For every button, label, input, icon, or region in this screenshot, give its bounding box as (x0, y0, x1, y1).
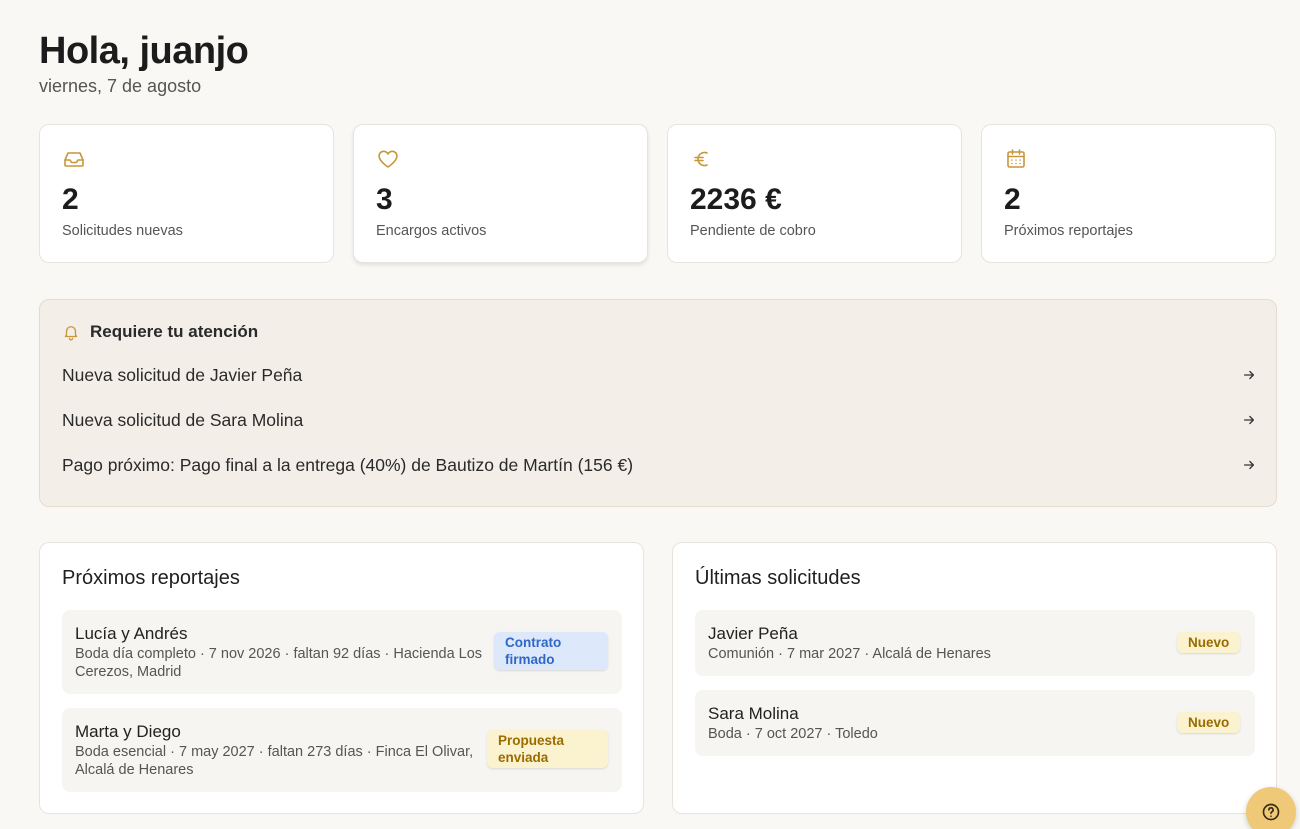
current-date: viernes, 7 de agosto (39, 76, 202, 96)
stat-card-active-jobs[interactable]: 3 Encargos activos (353, 124, 648, 263)
stat-card-upcoming-shoots[interactable]: 2 Próximos reportajes (981, 124, 1276, 263)
attention-item-text: Nueva solicitud de Sara Molina (62, 409, 304, 430)
latest-requests-panel: Últimas solicitudes Javier Peña Comunión… (672, 542, 1277, 814)
upcoming-shoots-panel: Próximos reportajes Lucía y Andrés Boda … (39, 542, 644, 814)
stats-row: 2 Solicitudes nuevas 3 Encargos activos … (39, 124, 1277, 263)
stat-value: 2236 € (690, 183, 782, 216)
stat-label: Encargos activos (376, 223, 487, 239)
item-meta: Boda esencial · 7 may 2027 · faltan 273 … (75, 743, 473, 779)
item-meta: Boda · 7 oct 2027 · Toledo (708, 726, 878, 742)
item-name: Sara Molina (708, 704, 799, 723)
list-item[interactable]: Sara Molina Boda · 7 oct 2027 · Toledo N… (695, 690, 1255, 756)
badge-line: firmado (505, 652, 555, 667)
help-button[interactable] (1246, 787, 1296, 829)
attention-item[interactable]: Nueva solicitud de Javier Peña (62, 360, 1256, 390)
stat-label: Pendiente de cobro (690, 223, 816, 239)
attention-item[interactable]: Pago próximo: Pago final a la entrega (4… (62, 450, 1256, 480)
item-name: Javier Peña (708, 624, 798, 643)
attention-item-text: Pago próximo: Pago final a la entrega (4… (62, 454, 634, 475)
arrow-right-icon (1243, 370, 1255, 380)
stat-card-pending-payment[interactable]: 2236 € Pendiente de cobro (667, 124, 962, 263)
attention-item[interactable]: Nueva solicitud de Sara Molina (62, 405, 1256, 435)
attention-panel: Requiere tu atención Nueva solicitud de … (39, 299, 1277, 507)
list-item[interactable]: Javier Peña Comunión · 7 mar 2027 · Alca… (695, 610, 1255, 676)
euro-icon (694, 151, 708, 167)
attention-title: Requiere tu atención (90, 322, 259, 341)
list-item[interactable]: Marta y Diego Boda esencial · 7 may 2027… (62, 708, 622, 792)
item-meta-line: Boda día completo · 7 nov 2026 · faltan … (75, 646, 483, 662)
calendar-icon (1007, 149, 1025, 168)
page-title: Hola, juanjo (39, 30, 249, 72)
item-meta-line: Cerezos, Madrid (75, 664, 182, 680)
item-name: Lucía y Andrés (75, 624, 188, 643)
attention-item-text: Nueva solicitud de Javier Peña (62, 364, 303, 385)
item-meta: Boda día completo · 7 nov 2026 · faltan … (75, 645, 482, 681)
arrow-right-icon (1243, 460, 1255, 470)
badge-line: Propuesta (498, 733, 565, 748)
status-badge: Nuevo (1177, 632, 1241, 653)
item-meta: Comunión · 7 mar 2027 · Alcalá de Henare… (708, 646, 991, 662)
panel-title: Próximos reportajes (62, 567, 240, 589)
list-item[interactable]: Lucía y Andrés Boda día completo · 7 nov… (62, 610, 622, 694)
item-name: Marta y Diego (75, 722, 181, 741)
stat-card-requests[interactable]: 2 Solicitudes nuevas (39, 124, 334, 263)
stat-value: 3 (376, 183, 393, 216)
status-badge: Nuevo (1177, 712, 1241, 733)
arrow-right-icon (1243, 415, 1255, 425)
panel-title: Últimas solicitudes (695, 567, 861, 589)
stat-value: 2 (62, 183, 79, 216)
status-badge: Contrato firmado (494, 632, 608, 670)
status-badge: Propuesta enviada (487, 730, 608, 768)
heart-icon (378, 150, 398, 168)
bell-icon (64, 326, 78, 341)
item-meta-line: Boda esencial · 7 may 2027 · faltan 273 … (75, 744, 474, 760)
stat-label: Próximos reportajes (1004, 223, 1133, 239)
badge-line: enviada (498, 750, 549, 765)
stat-label: Solicitudes nuevas (62, 223, 183, 239)
help-icon (1262, 803, 1280, 821)
badge-line: Contrato (505, 635, 562, 650)
inbox-icon (64, 152, 84, 167)
attention-header: Requiere tu atención (62, 322, 258, 342)
item-meta-line: Alcalá de Henares (75, 762, 194, 778)
stat-value: 2 (1004, 183, 1021, 216)
